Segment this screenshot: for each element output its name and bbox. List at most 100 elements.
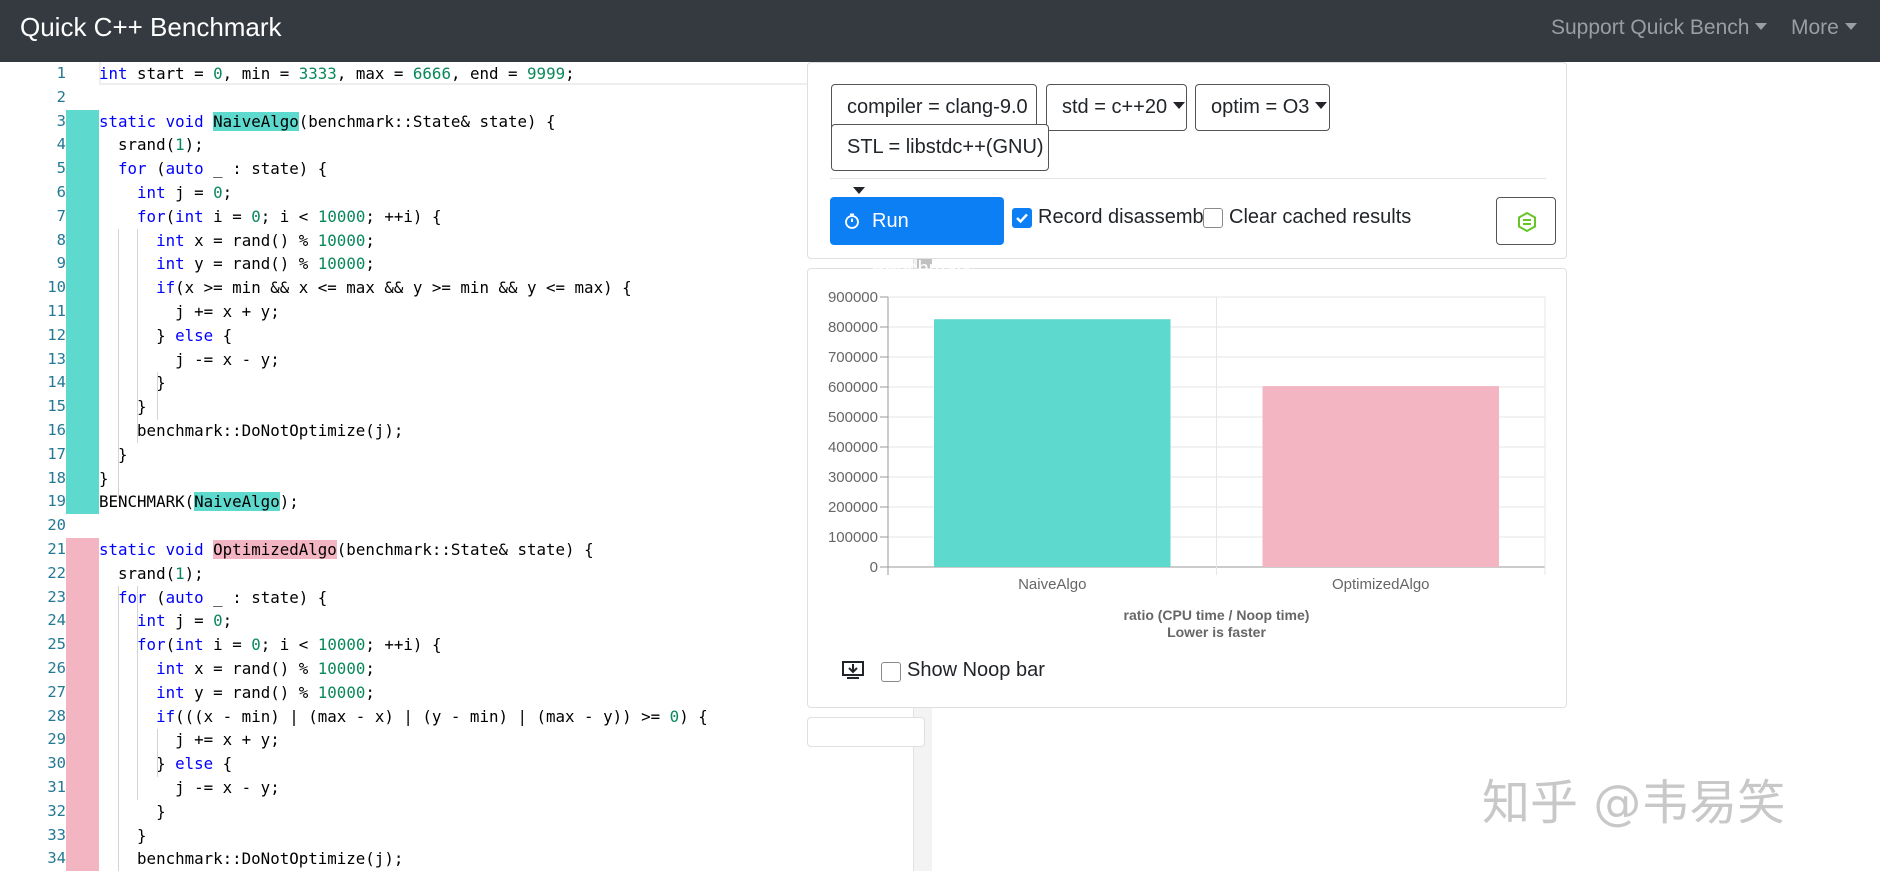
assembly-tab[interactable] — [807, 717, 925, 747]
timer-icon — [845, 213, 859, 229]
code-line[interactable]: 17 } — [0, 442, 932, 467]
code-token: ( — [165, 635, 176, 655]
code-line[interactable]: 29 j += x + y; — [0, 728, 932, 753]
code-line[interactable]: 7 for(int i = 0; i < 10000; ++i) { — [0, 204, 932, 229]
code-line[interactable]: 21 static void OptimizedAlgo(benchmark::S… — [0, 538, 932, 562]
code-token: if — [156, 706, 176, 726]
naive-algo-marker — [66, 204, 99, 229]
code-line[interactable]: 6 int j = 0; — [0, 181, 932, 205]
code-text: int x = rand() % 10000; — [99, 657, 375, 681]
code-token: i = — [203, 635, 252, 655]
code-line[interactable]: 11 j += x + y; — [0, 300, 932, 324]
code-line[interactable]: 1 int start = 0, min = 3333, max = 6666, … — [0, 62, 932, 86]
code-token: } — [99, 373, 166, 393]
code-line[interactable]: 9 int y = rand() % 10000; — [0, 252, 932, 277]
naive-algo-marker — [66, 133, 99, 158]
code-line[interactable]: 12 } else { — [0, 323, 932, 348]
code-token: int — [137, 183, 166, 202]
code-line[interactable]: 27 int y = rand() % 10000; — [0, 680, 932, 705]
code-token: _ : state) { — [203, 159, 328, 179]
code-line[interactable]: 14 } — [0, 371, 932, 396]
line-number: 9 — [56, 254, 66, 273]
code-line[interactable]: 20 — [0, 514, 932, 538]
code-line[interactable]: 19 BENCHMARK(NaiveAlgo); — [0, 490, 932, 515]
code-line[interactable]: 4 srand(1); — [0, 133, 932, 158]
optimized-algo-marker — [66, 728, 99, 753]
code-line[interactable]: 8 int x = rand() % 10000; — [0, 228, 932, 253]
std-dropdown[interactable]: std = c++20 — [1046, 84, 1187, 131]
code-token: 0 — [251, 206, 261, 226]
code-line[interactable]: 18} — [0, 466, 932, 491]
line-number: 23 — [47, 587, 66, 606]
code-line[interactable]: 3 static void NaiveAlgo(benchmark::State&… — [0, 109, 932, 134]
code-token: int — [175, 635, 204, 655]
code-text: } — [99, 443, 128, 467]
code-text: if(x >= min && x <= max && y >= min && y… — [99, 276, 632, 300]
code-line[interactable]: 31 j -= x - y; — [0, 776, 932, 800]
code-token: 0 — [669, 706, 680, 726]
code-token: ; i < — [260, 635, 318, 655]
y-tick-label: 800000 — [828, 319, 878, 336]
code-line[interactable]: 23 for (auto _ : state) { — [0, 585, 932, 610]
download-icon[interactable] — [842, 661, 864, 681]
line-number: 24 — [47, 611, 66, 630]
code-line[interactable]: 16 benchmark::DoNotOptimize(j); — [0, 419, 932, 443]
bar-NaiveAlgo[interactable] — [933, 319, 1171, 567]
code-line[interactable]: 28 if(((x - min) | (max - x) | (y - min)… — [0, 704, 932, 729]
naive-algo-marker — [66, 371, 99, 396]
code-line[interactable]: 24 int j = 0; — [0, 609, 932, 634]
code-token: 10000 — [317, 206, 366, 226]
record-disassembly-checkbox[interactable] — [1012, 208, 1032, 228]
code-text: benchmark::DoNotOptimize(j); — [99, 419, 403, 443]
code-line[interactable]: 13 j -= x - y; — [0, 347, 932, 372]
code-token: { — [213, 754, 233, 774]
code-line[interactable]: 30 } else { — [0, 752, 932, 776]
code-line[interactable]: 26 int x = rand() % 10000; — [0, 657, 932, 681]
support-menu[interactable]: Support Quick Bench — [1551, 16, 1768, 40]
code-text: for(int i = 0; i < 10000; ++i) { — [99, 205, 441, 229]
run-benchmark-button[interactable]: Run Benchmark — [830, 197, 1004, 280]
code-line[interactable]: 33 } — [0, 823, 932, 848]
line-number: 5 — [56, 159, 66, 178]
bar-OptimizedAlgo[interactable] — [1262, 386, 1500, 567]
code-line[interactable]: 32 } — [0, 799, 932, 824]
line-number: 14 — [47, 373, 66, 392]
compiler-dropdown-label: compiler = clang-9.0 — [847, 96, 1028, 118]
clear-cached-checkbox[interactable] — [1203, 208, 1223, 228]
code-token: x = rand() % — [184, 659, 318, 678]
code-line[interactable]: 5 for (auto _ : state) { — [0, 157, 932, 181]
code-line[interactable]: 34 benchmark::DoNotOptimize(j); — [0, 847, 932, 871]
code-line[interactable]: 10 if(x >= min && x <= max && y >= min &… — [0, 276, 932, 300]
line-number: 19 — [47, 492, 66, 511]
stl-dropdown[interactable]: STL = libstdc++(GNU) — [831, 124, 1049, 194]
code-editor[interactable]: 1 int start = 0, min = 3333, max = 6666, … — [0, 62, 932, 871]
show-noop-checkbox[interactable] — [881, 662, 901, 682]
more-menu[interactable]: More — [1791, 16, 1857, 40]
code-token: static — [99, 111, 157, 131]
optimized-algo-marker — [66, 633, 99, 657]
code-line[interactable]: 22 srand(1); — [0, 561, 932, 586]
code-token: { — [213, 325, 233, 345]
code-line[interactable]: 25 for(int i = 0; i < 10000; ++i) { — [0, 633, 932, 657]
indent-guide — [118, 586, 119, 871]
code-text: int j = 0; — [99, 181, 232, 205]
optim-dropdown[interactable]: optim = O3 — [1195, 84, 1330, 131]
code-token: start = — [127, 64, 214, 83]
code-line[interactable]: 2 — [0, 86, 932, 110]
app-title[interactable]: Quick C++ Benchmark — [20, 12, 282, 43]
code-token: 6666 — [412, 64, 451, 83]
line-number: 29 — [47, 730, 66, 749]
code-token: else — [175, 754, 214, 774]
code-text: int y = rand() % 10000; — [99, 681, 375, 705]
code-token: NaiveAlgo — [213, 111, 299, 131]
open-compiler-explorer-button[interactable] — [1496, 197, 1556, 245]
code-token: _ : state) { — [203, 587, 328, 607]
line-number: 25 — [47, 635, 66, 654]
optimized-algo-marker — [66, 657, 99, 681]
code-line[interactable]: 15 } — [0, 395, 932, 419]
code-text: j += x + y; — [99, 728, 280, 752]
